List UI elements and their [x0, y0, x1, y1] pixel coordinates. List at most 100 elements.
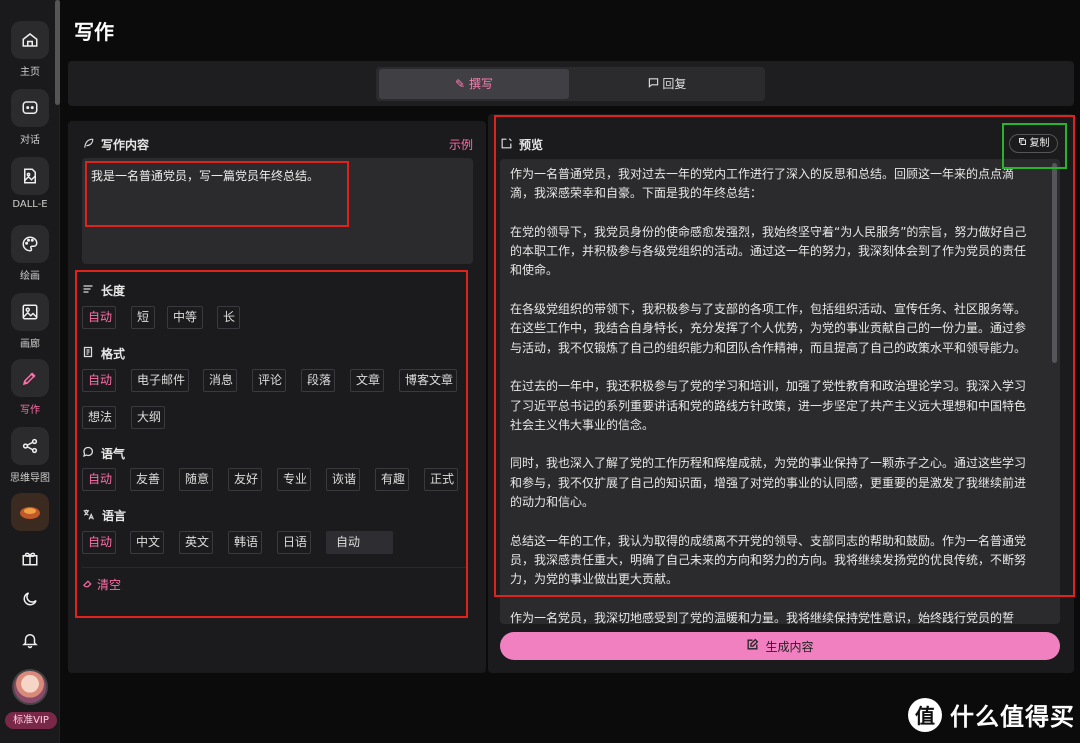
tab-compose[interactable]: ✎ 撰写: [379, 69, 569, 99]
preview-header: 预览: [500, 136, 543, 153]
preview-scrollbar[interactable]: [1052, 163, 1057, 363]
length-label: 长度: [101, 284, 126, 298]
tone-option[interactable]: 随意: [179, 468, 213, 491]
tone-label: 语气: [101, 447, 126, 461]
preview-title: 预览: [519, 138, 544, 152]
sidebar-item-mindmap[interactable]: 思维导图: [0, 427, 60, 484]
sidebar-item-paint[interactable]: 绘画: [0, 225, 60, 282]
generate-button[interactable]: 生成内容: [500, 632, 1060, 660]
mode-tabs: ✎ 撰写 回复: [376, 67, 765, 101]
format-header: 格式: [82, 345, 125, 362]
language-option[interactable]: 英文: [179, 531, 213, 554]
content-title: 写作内容: [101, 138, 150, 152]
format-option[interactable]: 电子邮件: [131, 369, 189, 392]
format-option[interactable]: 博客文章: [399, 369, 457, 392]
format-option[interactable]: 评论: [252, 369, 286, 392]
example-link[interactable]: 示例: [449, 136, 473, 153]
watermark-text: 什么值得买: [950, 703, 1075, 731]
sidebar-item-chat[interactable]: 对话: [0, 89, 60, 146]
mindmap-icon: [11, 427, 49, 465]
format-option[interactable]: 想法: [82, 406, 116, 429]
palette-icon: [11, 225, 49, 263]
sidebar-item-app[interactable]: [0, 493, 60, 531]
sidebar-item-label: 对话: [20, 135, 40, 146]
feather-icon: [82, 137, 95, 153]
clear-label: 清空: [97, 578, 122, 592]
sidebar-item-label: 思维导图: [10, 473, 50, 484]
clear-button[interactable]: 清空: [82, 576, 121, 593]
gift-icon[interactable]: [0, 549, 60, 567]
preview-paragraph: 在过去的一年中，我还积极参与了党的学习和培训，加强了党性教育和政治理论学习。我深…: [510, 379, 1027, 432]
format-option[interactable]: 自动: [82, 369, 116, 392]
lines-icon: [82, 283, 94, 298]
avatar[interactable]: [12, 669, 48, 705]
language-option[interactable]: 韩语: [228, 531, 262, 554]
tone-option[interactable]: 自动: [82, 468, 116, 491]
watermark-logo: 值: [908, 697, 942, 732]
vip-badge: 标准VIP: [5, 712, 57, 729]
sidebar-item-writing[interactable]: 写作: [0, 359, 60, 416]
length-option[interactable]: 自动: [82, 306, 116, 329]
edit-square-icon: [500, 137, 513, 153]
language-option[interactable]: 日语: [277, 531, 311, 554]
length-option[interactable]: 短: [131, 306, 155, 329]
language-option[interactable]: 中文: [130, 531, 164, 554]
tone-option[interactable]: 友善: [130, 468, 164, 491]
language-header: 语言: [82, 507, 126, 524]
sidebar: 主页 对话 DALL-E 绘画 画廊 写作 思维导图 标准VIP: [0, 0, 60, 743]
copy-icon: [1018, 135, 1027, 152]
preview-paragraph: 同时，我也深入了解了党的工作历程和辉煌成就，为党的事业保持了一颗赤子之心。通过这…: [510, 456, 1027, 510]
copy-button[interactable]: 复制: [1009, 134, 1058, 153]
language-select[interactable]: 自动: [326, 531, 393, 554]
preview-paragraph: 总结这一年的工作，我认为取得的成绩离不开党的领导、支部同志的帮助和鼓励。作为一名…: [510, 533, 1027, 587]
language-option[interactable]: 自动: [82, 531, 116, 554]
page-title: 写作: [74, 20, 114, 44]
tab-label: 撰写: [468, 77, 493, 91]
sidebar-item-home[interactable]: 主页: [0, 21, 60, 78]
content-header: 写作内容: [82, 136, 149, 153]
translate-icon: [82, 508, 95, 524]
home-icon: [11, 21, 49, 59]
length-header: 长度: [82, 282, 125, 299]
sidebar-item-label: 主页: [20, 67, 40, 78]
app-root: { "sidebar": { "items": [ {"label": "主页"…: [0, 0, 1080, 743]
sidebar-item-label: 画廊: [20, 339, 40, 350]
bell-icon[interactable]: [0, 631, 60, 649]
edit-square-icon: [746, 638, 759, 654]
generate-label: 生成内容: [765, 639, 814, 654]
length-option[interactable]: 中等: [167, 306, 203, 329]
sidebar-item-dalle[interactable]: DALL-E: [0, 157, 60, 210]
gallery-icon: [11, 293, 49, 331]
tone-header: 语气: [82, 445, 125, 462]
pen-icon: [11, 359, 49, 397]
moon-icon[interactable]: [0, 590, 60, 608]
format-option[interactable]: 大纲: [131, 406, 165, 429]
sidebar-item-label: 绘画: [20, 271, 40, 282]
prompt-input[interactable]: 我是一名普通党员，写一篇党员年终总结。: [82, 158, 473, 264]
sidebar-item-label: 写作: [20, 405, 40, 416]
length-option[interactable]: 长: [217, 306, 240, 329]
tab-reply[interactable]: 回复: [572, 69, 762, 99]
tone-option[interactable]: 有趣: [375, 468, 409, 491]
format-option[interactable]: 文章: [350, 369, 384, 392]
format-label: 格式: [101, 347, 126, 361]
pen-icon: ✎: [455, 77, 466, 91]
preview-content[interactable]: 作为一名普通党员，我对过去一年的党内工作进行了深入的反思和总结。回顾这一年来的点…: [500, 159, 1060, 624]
divider: [82, 567, 467, 568]
format-option[interactable]: 段落: [301, 369, 335, 392]
watermark: 值 什么值得买: [908, 697, 1075, 732]
tone-option[interactable]: 诙谐: [326, 468, 360, 491]
chat-icon: [11, 89, 49, 127]
preview-body: 作为一名普通党员，我对过去一年的党内工作进行了深入的反思和总结。回顾这一年来的点…: [510, 165, 1035, 624]
preview-paragraph: 作为一名党员，我深切地感受到了党的温暖和力量。我将继续保持党性意识，始终践行党员…: [510, 610, 1015, 624]
language-label: 语言: [102, 509, 127, 523]
copy-label: 复制: [1029, 138, 1050, 149]
format-option[interactable]: 消息: [203, 369, 237, 392]
image-gen-icon: [11, 157, 49, 195]
sidebar-item-gallery[interactable]: 画廊: [0, 293, 60, 350]
tone-option[interactable]: 专业: [277, 468, 311, 491]
tone-option[interactable]: 正式: [424, 468, 458, 491]
tone-option[interactable]: 友好: [228, 468, 262, 491]
app-logo-icon: [11, 493, 49, 531]
sidebar-item-label: DALL-E: [12, 199, 48, 210]
